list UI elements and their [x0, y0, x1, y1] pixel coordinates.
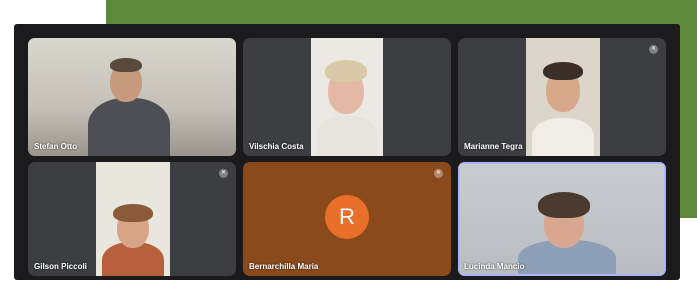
participant-name-6: Lucinda Mancio: [464, 262, 525, 271]
video-call-grid: Stefan Otto Vilschia Costa ✕ Marianne Te…: [14, 24, 680, 280]
participant-name-2: Vilschia Costa: [249, 142, 304, 151]
participant-tile-3[interactable]: ✕ Marianne Tegra: [458, 38, 666, 156]
participant-name-4: Gilson Piccoli: [34, 262, 87, 271]
participant-avatar-5: R: [325, 195, 369, 239]
participant-tile-2[interactable]: Vilschia Costa: [243, 38, 451, 156]
participant-video-6: [460, 164, 664, 274]
participant-video-1: [28, 38, 236, 156]
participant-tile-1[interactable]: Stefan Otto: [28, 38, 236, 156]
participant-tile-5[interactable]: R ✕ Bernarchilla Maria: [243, 162, 451, 276]
participant-tile-6[interactable]: Lucinda Mancio: [458, 162, 666, 276]
participant-tile-4[interactable]: ✕ Gilson Piccoli: [28, 162, 236, 276]
participant-video-4: [96, 162, 170, 276]
participant-name-3: Marianne Tegra: [464, 142, 523, 151]
participant-video-3: [526, 38, 600, 156]
mic-off-icon: ✕: [649, 45, 658, 54]
mic-off-icon: ✕: [434, 169, 443, 178]
participant-video-2: [311, 38, 383, 156]
mic-off-icon: ✕: [219, 169, 228, 178]
participant-name-5: Bernarchilla Maria: [249, 262, 319, 271]
participant-name-1: Stefan Otto: [34, 142, 78, 151]
